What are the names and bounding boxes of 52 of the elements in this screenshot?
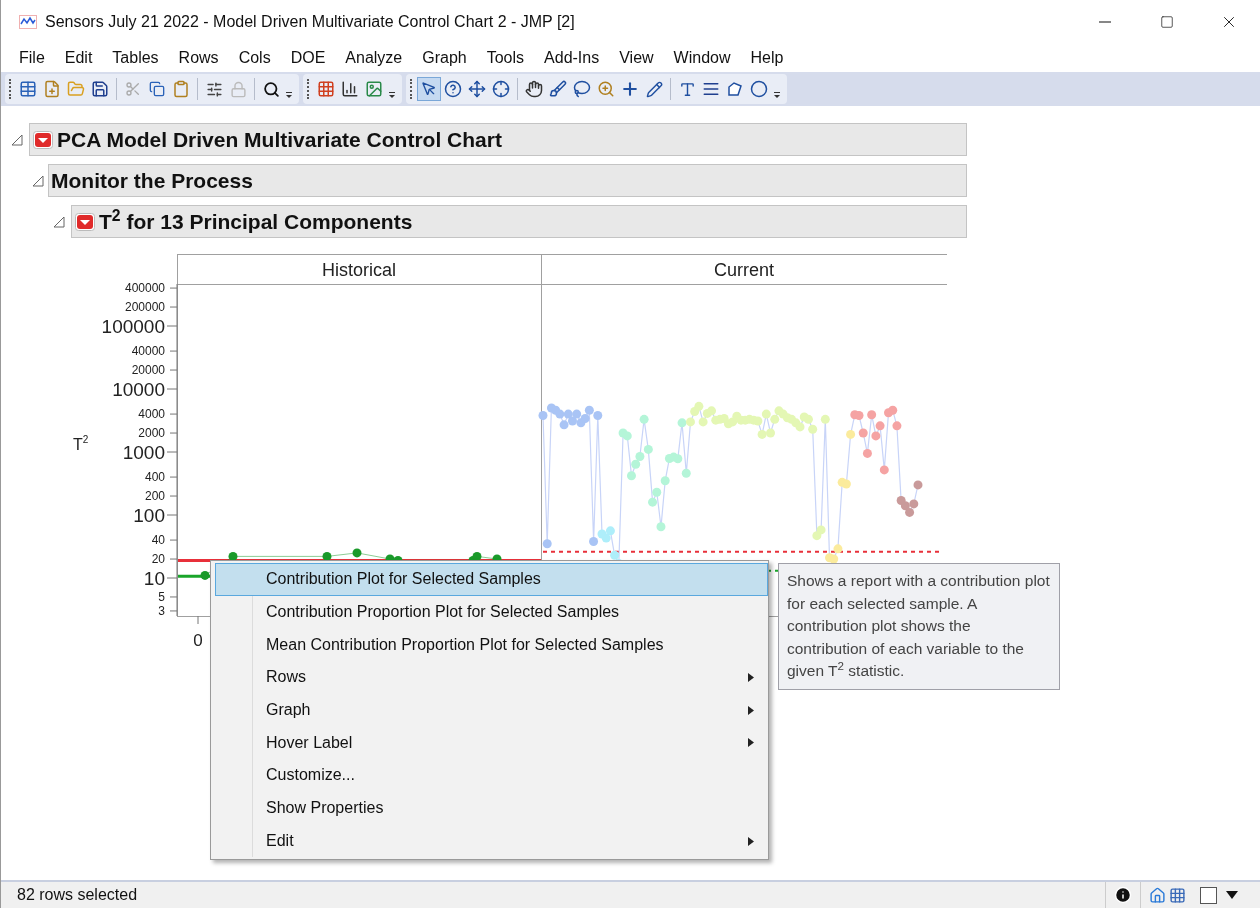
y-tick-label: 5 [158, 589, 165, 604]
menu-item[interactable]: Window [663, 46, 741, 70]
y-tick-label: 20000 [131, 363, 165, 378]
menu-item[interactable]: File [9, 46, 55, 70]
menu-item[interactable]: Tables [102, 46, 169, 70]
menu-item[interactable]: Edit [54, 46, 103, 70]
outline-header[interactable]: T$^{2}$ for 13 Principal Components [71, 205, 967, 238]
outline-title: Monitor the Process [51, 167, 253, 194]
context-menu-item[interactable]: Show Properties [215, 791, 768, 825]
context-menu-item[interactable]: Graph [215, 693, 768, 727]
y-axis-label: T$^{2}$ [73, 434, 89, 453]
menu-item[interactable]: Rows [168, 46, 229, 70]
outline-header[interactable]: PCA Model Driven Multivariate Control Chart [29, 123, 967, 156]
context-menu-item[interactable]: Edit [215, 824, 768, 858]
y-tick-label: 100 [133, 505, 165, 526]
context-menu-item[interactable]: Contribution Plot for Selected Samples [215, 563, 768, 596]
menu-item[interactable]: Cols [228, 46, 281, 70]
menu-item[interactable]: Tools [476, 46, 535, 70]
menu-item[interactable]: Help [740, 46, 794, 70]
x-tick-label: 0 [193, 631, 203, 650]
y-tick-label: 10 [143, 568, 165, 589]
panel-header: Historical [322, 260, 396, 280]
y-tick-label: 400 [144, 470, 165, 485]
context-menu-item[interactable]: Hover Label [215, 726, 768, 760]
y-tick-label: 1000 [122, 442, 165, 463]
menu-item[interactable]: Add-Ins [534, 46, 610, 70]
context-menu-item[interactable]: Rows [215, 661, 768, 694]
outline-header[interactable]: Monitor the Process [48, 164, 967, 197]
outline-title: PCA Model Driven Multivariate Control Chart [57, 126, 502, 153]
y-tick-label: 200000 [124, 300, 165, 315]
y-tick-label: 400000 [124, 281, 165, 296]
window-title: Sensors July 21 2022 - Model Driven Multivariate Control Chart 2 - JMP [2] [45, 12, 575, 32]
context-menu-item[interactable]: Customize... [215, 759, 768, 792]
outline-title: T$^{2}$ for 13 Principal Components [99, 205, 413, 235]
menu-item[interactable]: View [609, 46, 664, 70]
panel-header: Current [714, 260, 774, 280]
context-menu-item[interactable]: Contribution Proportion Plot for Selected Samples [215, 595, 768, 629]
y-tick-label: 100000 [101, 316, 165, 337]
y-tick-label: 40 [151, 533, 165, 548]
tooltip: Shows a report with a contribution plot for each selected sample. A contribution plot shows the contribution of each variable to the given T$^{2}$ statistic. [778, 563, 1060, 690]
y-tick-label: 4000 [138, 407, 165, 422]
y-tick-label: 3 [158, 603, 165, 618]
y-tick-label: 200 [144, 489, 165, 504]
y-tick-label: 10000 [112, 379, 165, 400]
y-tick-label: 40000 [131, 344, 165, 359]
context-menu-item[interactable]: Mean Contribution Proportion Plot for Selected Samples [215, 628, 768, 662]
y-tick-label: 20 [151, 552, 165, 567]
y-tick-label: 2000 [138, 426, 165, 441]
menu-item[interactable]: Analyze [335, 46, 413, 70]
status-text: 82 rows selected [16, 885, 138, 905]
menu-item[interactable]: Graph [412, 46, 477, 70]
menu-item[interactable]: DOE [280, 46, 336, 70]
